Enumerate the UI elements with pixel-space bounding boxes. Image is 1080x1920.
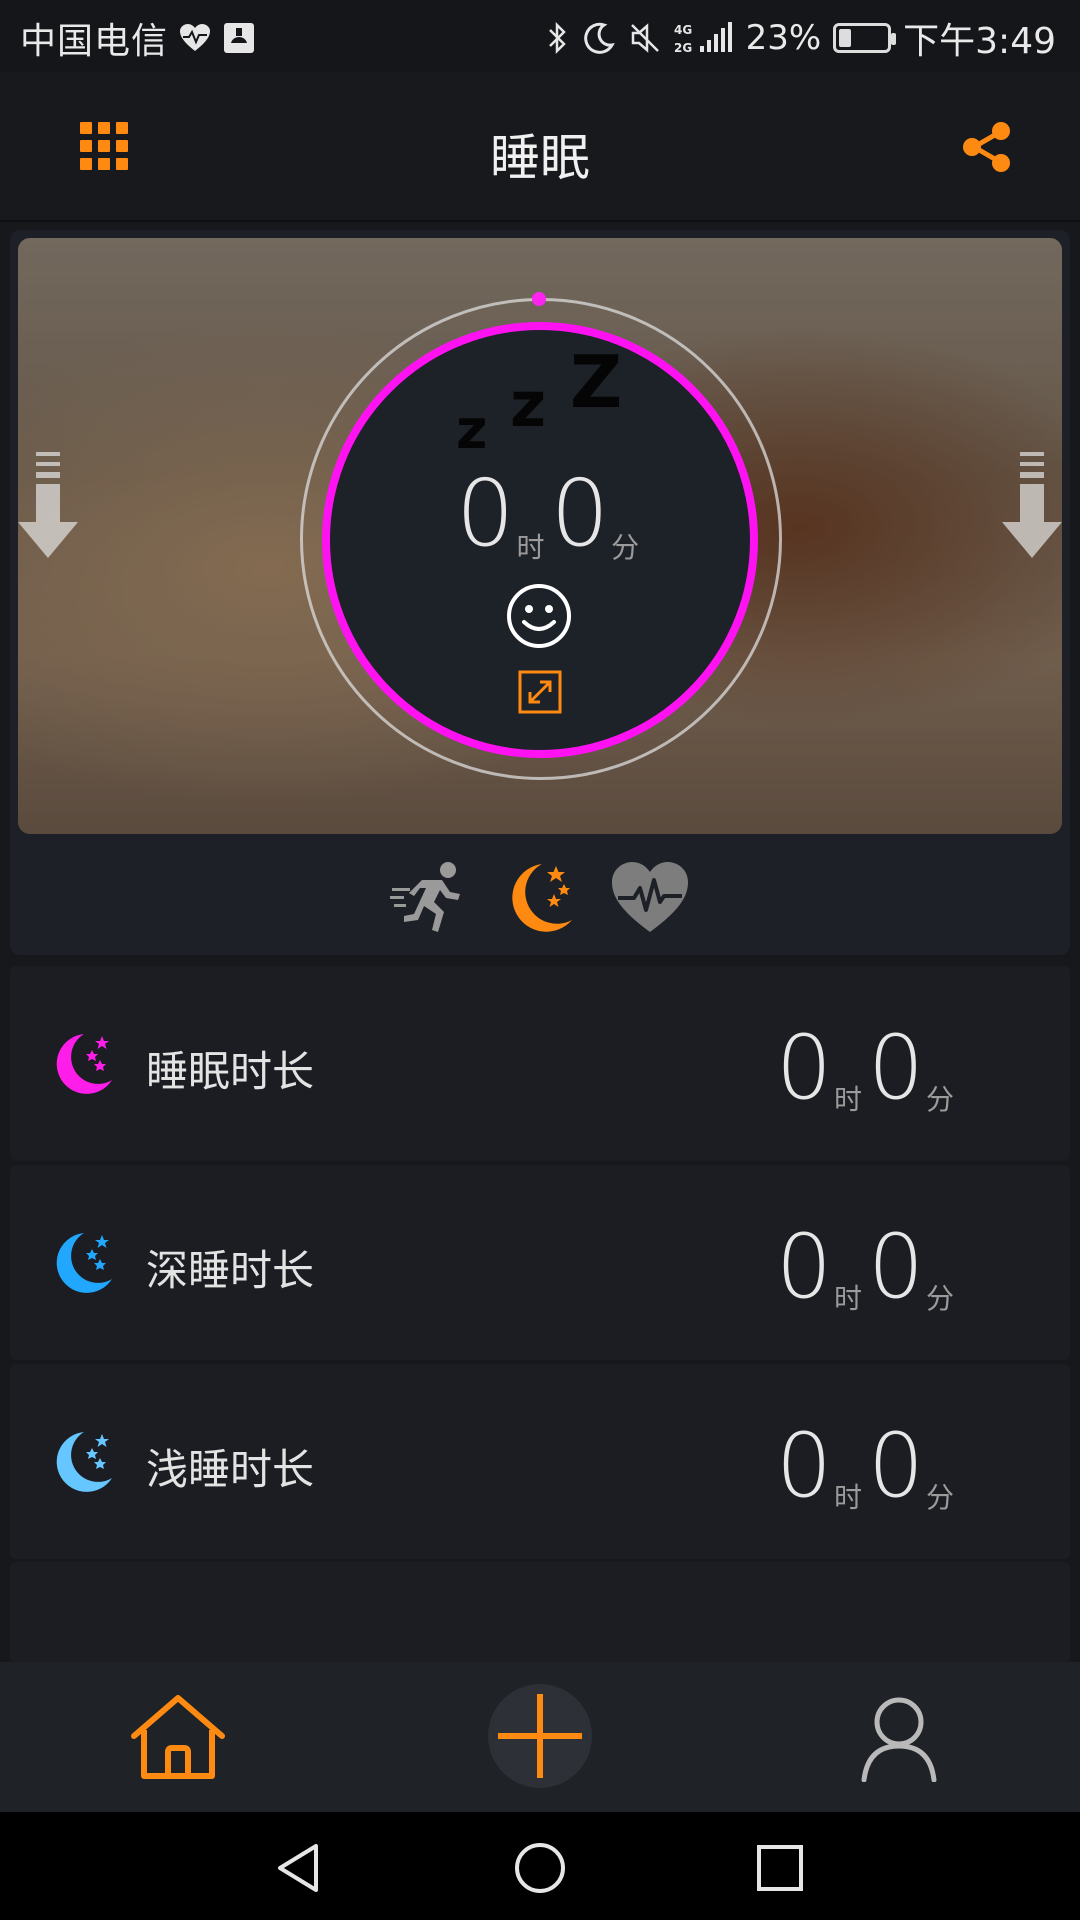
zzz-letter: z	[510, 368, 547, 441]
home-circle-icon[interactable]	[512, 1840, 568, 1896]
minutes-value: 0	[867, 1414, 924, 1517]
pull-down-arrow-icon	[1002, 452, 1062, 558]
hours-value: 0	[775, 1414, 832, 1517]
signal-icon: 4G 2G	[674, 22, 732, 55]
moon-stars-icon	[56, 1034, 112, 1094]
svg-text:2G: 2G	[674, 41, 692, 55]
carrier-name: 中国电信	[20, 21, 169, 62]
smiley-face-icon	[507, 584, 571, 648]
system-navigation-bar	[0, 1812, 1080, 1920]
page-title: 睡眠	[490, 129, 590, 187]
expand-icon[interactable]	[518, 670, 562, 714]
running-icon[interactable]	[390, 858, 470, 938]
hours-value: 0	[775, 1215, 832, 1318]
minutes-unit: 分	[611, 531, 640, 564]
zzz-letter: Z	[570, 340, 623, 424]
svg-text:4G: 4G	[674, 23, 692, 37]
battery-percent: 23%	[745, 18, 822, 58]
stat-label: 浅睡时长	[146, 1445, 315, 1494]
mute-icon	[630, 23, 659, 53]
stat-label: 深睡时长	[146, 1246, 315, 1295]
minutes-value: 0	[867, 1215, 924, 1318]
share-icon[interactable]	[960, 120, 1014, 174]
hours-unit: 时	[833, 1282, 862, 1315]
bluetooth-icon	[548, 21, 566, 55]
stat-label: 睡眠时长	[146, 1047, 315, 1096]
heart-rate-icon[interactable]	[610, 858, 690, 938]
minutes-value: 0	[550, 460, 610, 567]
user-icon[interactable]	[860, 1696, 938, 1782]
heart-rate-status-icon	[180, 24, 211, 51]
total-sleep-time: 0 时 0 分	[456, 460, 645, 567]
clock: 下午3:49	[903, 21, 1056, 62]
minutes-unit: 分	[925, 1481, 954, 1514]
zzz-letter: z	[456, 398, 488, 461]
stat-value: 0 时 0 分	[775, 1016, 960, 1119]
hours-unit: 时	[833, 1481, 862, 1514]
recents-icon[interactable]	[752, 1840, 808, 1896]
hours-unit: 时	[516, 531, 545, 564]
stat-value: 0 时 0 分	[775, 1215, 960, 1318]
add-button[interactable]	[488, 1684, 592, 1788]
stat-row-deep-sleep[interactable]: 深睡时长 0 时 0 分	[10, 1165, 1070, 1360]
stat-value: 0 时 0 分	[775, 1414, 960, 1517]
mode-switcher	[390, 858, 690, 938]
progress-ring-marker	[532, 292, 546, 306]
battery-icon	[833, 23, 897, 53]
app-notification-icon	[224, 23, 255, 53]
moon-stars-icon	[56, 1432, 112, 1492]
pull-down-arrow-icon	[18, 452, 78, 558]
minutes-value: 0	[867, 1016, 924, 1119]
stat-row-light-sleep[interactable]: 浅睡时长 0 时 0 分	[10, 1364, 1070, 1559]
moon-stars-icon	[56, 1233, 112, 1293]
app-header: 睡眠	[0, 72, 1080, 222]
minutes-unit: 分	[925, 1083, 954, 1116]
back-icon[interactable]	[272, 1840, 328, 1896]
status-bar: 中国电信 4G 2G 23% 下午3:49	[0, 0, 1080, 72]
minutes-unit: 分	[925, 1282, 954, 1315]
hours-unit: 时	[833, 1083, 862, 1116]
bottom-tab-bar	[0, 1662, 1080, 1812]
do-not-disturb-moon-icon	[583, 22, 615, 54]
status-left: 中国电信	[20, 12, 256, 64]
home-icon[interactable]	[128, 1692, 228, 1782]
stat-row-sleep-duration[interactable]: 睡眠时长 0 时 0 分	[10, 966, 1070, 1161]
moon-stars-icon[interactable]	[500, 858, 580, 938]
hours-value: 0	[456, 460, 515, 567]
hours-value: 0	[775, 1016, 832, 1119]
add-icon	[498, 1694, 582, 1778]
status-right: 4G 2G 23% 下午3:49	[546, 12, 1056, 64]
list-item-empty	[10, 1562, 1070, 1662]
